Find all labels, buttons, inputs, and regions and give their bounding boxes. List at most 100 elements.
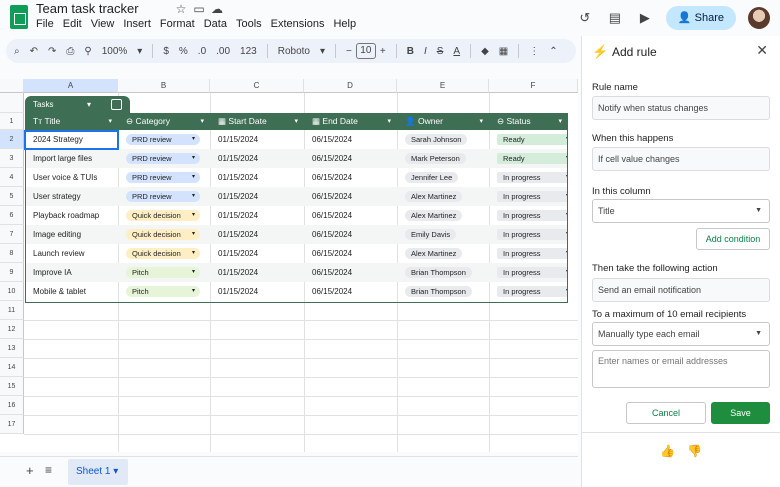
owner-chip[interactable]: Brian Thompson: [405, 286, 472, 298]
category-chip[interactable]: PRD review ▾: [126, 172, 200, 184]
sheets-logo-icon[interactable]: [10, 5, 28, 29]
status-chip[interactable]: In progress ▾: [497, 229, 568, 241]
cell-start-date[interactable]: 01/15/2024: [210, 206, 304, 225]
cell-status[interactable]: In progress ▾: [489, 187, 568, 206]
header-start-date-chevron-down-icon[interactable]: ▾: [294, 113, 298, 130]
cell-category[interactable]: PRD review ▾: [118, 149, 210, 168]
owner-chip[interactable]: Jennifer Lee: [405, 172, 459, 184]
cell-category[interactable]: PRD review ▾: [118, 168, 210, 187]
cell-owner[interactable]: Mark Peterson: [397, 149, 489, 168]
header-end-date-chevron-down-icon[interactable]: ▾: [387, 113, 391, 130]
table-row[interactable]: Image editing Quick decision ▾ 01/15/2024…: [25, 225, 568, 244]
row-header-13[interactable]: 13: [0, 339, 24, 358]
category-chip[interactable]: PRD review ▾: [126, 153, 200, 165]
currency-button[interactable]: $: [163, 46, 169, 57]
cell-owner[interactable]: Sarah Johnson: [397, 130, 489, 149]
spreadsheet-grid[interactable]: A B C D E F 1 2 3 4 5 6 7 8 9 10 11 12 1…: [0, 79, 578, 452]
cell-status[interactable]: In progress ▾: [489, 168, 568, 187]
row-header-2[interactable]: 2: [0, 130, 24, 149]
cell-start-date[interactable]: 01/15/2024: [210, 130, 304, 149]
recipients-input[interactable]: Enter names or email addresses: [592, 350, 770, 388]
menu-insert[interactable]: Insert: [123, 18, 151, 30]
row-header-8[interactable]: 8: [0, 244, 24, 263]
cell-status[interactable]: In progress ▾: [489, 244, 568, 263]
text-color-icon[interactable]: A: [453, 46, 460, 57]
recipients-mode-select[interactable]: Manually type each email ▼: [592, 322, 770, 346]
action-field[interactable]: Send an email notification: [592, 278, 770, 302]
close-icon[interactable]: ✕: [756, 42, 768, 59]
font-select[interactable]: Roboto: [278, 46, 310, 57]
category-chip[interactable]: Quick decision ▾: [126, 248, 200, 260]
menu-format[interactable]: Format: [160, 18, 195, 30]
percent-button[interactable]: %: [179, 46, 188, 57]
category-chip[interactable]: PRD review ▾: [126, 191, 200, 203]
status-chip[interactable]: In progress ▾: [497, 248, 568, 260]
cell-end-date[interactable]: 06/15/2024: [304, 206, 397, 225]
header-category-chevron-down-icon[interactable]: ▾: [200, 113, 204, 130]
meet-icon[interactable]: ▶: [636, 9, 654, 27]
header-status[interactable]: ⊖ Status ▾: [489, 113, 568, 130]
row-header-3[interactable]: 3: [0, 149, 24, 168]
cell-status[interactable]: In progress ▾: [489, 225, 568, 244]
table-name-tab[interactable]: Tasks ▾: [25, 96, 130, 113]
cell-start-date[interactable]: 01/15/2024: [210, 244, 304, 263]
header-category[interactable]: ⊖ Category ▾: [118, 113, 210, 130]
menu-help[interactable]: Help: [333, 18, 356, 30]
cell-status[interactable]: In progress ▾: [489, 282, 568, 301]
font-size-input[interactable]: 10: [355, 43, 376, 59]
italic-icon[interactable]: I: [424, 46, 427, 57]
category-chip[interactable]: Pitch ▾: [126, 286, 200, 298]
print-icon[interactable]: ⎙: [66, 46, 74, 57]
cell-category[interactable]: Pitch ▾: [118, 282, 210, 301]
cell-owner[interactable]: Emily Davis: [397, 225, 489, 244]
status-chip[interactable]: In progress ▾: [497, 210, 568, 222]
menu-view[interactable]: View: [91, 18, 115, 30]
cell-end-date[interactable]: 06/15/2024: [304, 225, 397, 244]
font-size-decrease-icon[interactable]: −: [346, 46, 352, 57]
status-chip[interactable]: In progress ▾: [497, 267, 568, 279]
cell-status[interactable]: In progress ▾: [489, 206, 568, 225]
increase-decimal-button[interactable]: .00: [216, 46, 230, 57]
cell-owner[interactable]: Brian Thompson: [397, 282, 489, 301]
owner-chip[interactable]: Mark Peterson: [405, 153, 466, 165]
when-field[interactable]: If cell value changes: [592, 147, 770, 171]
owner-chip[interactable]: Alex Martinez: [405, 210, 463, 222]
cell-category[interactable]: PRD review ▾: [118, 187, 210, 206]
status-chip[interactable]: In progress ▾: [497, 286, 568, 298]
font-chevron-down-icon[interactable]: ▾: [320, 46, 325, 57]
strikethrough-icon[interactable]: S: [437, 46, 444, 57]
menu-extensions[interactable]: Extensions: [271, 18, 325, 30]
cell-category[interactable]: Pitch ▾: [118, 263, 210, 282]
menu-edit[interactable]: Edit: [63, 18, 82, 30]
cell-category[interactable]: PRD review ▾: [118, 130, 210, 149]
status-chip[interactable]: Ready ▾: [497, 134, 568, 146]
save-button[interactable]: Save: [711, 402, 770, 424]
cancel-button[interactable]: Cancel: [626, 402, 706, 424]
row-header-10[interactable]: 10: [0, 282, 24, 301]
row-header-14[interactable]: 14: [0, 358, 24, 377]
undo-icon[interactable]: ↶: [30, 46, 38, 57]
cell-end-date[interactable]: 06/15/2024: [304, 282, 397, 301]
table-menu-chevron-down-icon[interactable]: ▾: [87, 96, 91, 113]
zoom-select[interactable]: 100%: [102, 46, 128, 57]
cell-title[interactable]: User strategy: [25, 187, 118, 206]
header-owner[interactable]: 👤 Owner ▾: [397, 113, 489, 130]
add-condition-button[interactable]: Add condition: [696, 228, 770, 250]
menu-tools[interactable]: Tools: [236, 18, 262, 30]
cell-end-date[interactable]: 06/15/2024: [304, 263, 397, 282]
header-title[interactable]: Tт Title ▾: [25, 113, 118, 130]
row-header-5[interactable]: 5: [0, 187, 24, 206]
font-size-increase-icon[interactable]: +: [380, 46, 386, 57]
cell-category[interactable]: Quick decision ▾: [118, 244, 210, 263]
cell-owner[interactable]: Jennifer Lee: [397, 168, 489, 187]
table-row[interactable]: Improve IA Pitch ▾ 01/15/2024 06/15/2024 …: [25, 263, 568, 282]
cell-start-date[interactable]: 01/15/2024: [210, 187, 304, 206]
cell-start-date[interactable]: 01/15/2024: [210, 225, 304, 244]
owner-chip[interactable]: Alex Martinez: [405, 248, 463, 260]
table-row[interactable]: User strategy PRD review ▾ 01/15/2024 06/…: [25, 187, 568, 206]
cell-end-date[interactable]: 06/15/2024: [304, 149, 397, 168]
select-all-corner[interactable]: [0, 79, 24, 93]
cell-status[interactable]: In progress ▾: [489, 263, 568, 282]
table-view-icon[interactable]: [111, 99, 122, 110]
row-header-4[interactable]: 4: [0, 168, 24, 187]
